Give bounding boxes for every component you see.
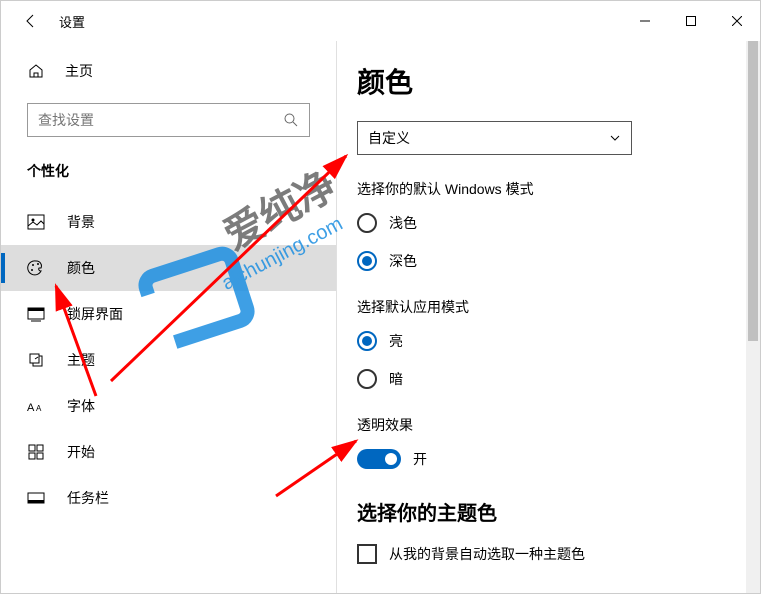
image-icon — [27, 213, 45, 231]
radio-button[interactable] — [357, 251, 377, 271]
content-area: 颜色 自定义 选择你的默认 Windows 模式 浅色深色 选择默认应用模式 亮… — [337, 41, 760, 593]
close-icon — [732, 16, 742, 26]
home-icon — [27, 62, 45, 80]
transparency-label: 透明效果 — [357, 415, 720, 435]
windows-mode-option[interactable]: 深色 — [357, 251, 720, 271]
home-link[interactable]: 主页 — [1, 51, 336, 91]
sidebar-item-label: 任务栏 — [67, 488, 109, 508]
app-mode-option[interactable]: 暗 — [357, 369, 720, 389]
sidebar-item-label: 主题 — [67, 350, 95, 370]
theme-icon — [27, 351, 45, 369]
maximize-icon — [686, 16, 696, 26]
transparency-state: 开 — [413, 449, 427, 469]
lock-screen-icon — [27, 305, 45, 323]
scrollbar[interactable] — [746, 41, 760, 593]
search-box[interactable] — [27, 103, 310, 137]
transparency-toggle[interactable] — [357, 449, 401, 469]
search-icon — [283, 112, 299, 128]
sidebar-item-label: 颜色 — [67, 258, 95, 278]
sidebar-item-label: 字体 — [67, 396, 95, 416]
page-title: 颜色 — [357, 61, 720, 101]
radio-label: 暗 — [389, 369, 403, 389]
app-mode-option[interactable]: 亮 — [357, 331, 720, 351]
radio-label: 亮 — [389, 331, 403, 351]
windows-mode-label: 选择你的默认 Windows 模式 — [357, 179, 720, 199]
auto-accent-checkbox-row[interactable]: 从我的背景自动选取一种主题色 — [357, 544, 720, 564]
home-label: 主页 — [65, 61, 93, 81]
radio-label: 浅色 — [389, 213, 417, 233]
sidebar-item-start[interactable]: 开始 — [1, 429, 336, 475]
sidebar-item-font[interactable]: AA 字体 — [1, 383, 336, 429]
palette-icon — [27, 259, 45, 277]
sidebar-item-label: 背景 — [67, 212, 95, 232]
windows-mode-option[interactable]: 浅色 — [357, 213, 720, 233]
radio-button[interactable] — [357, 369, 377, 389]
dropdown-value: 自定义 — [368, 128, 410, 148]
scrollbar-thumb[interactable] — [748, 41, 758, 341]
color-mode-dropdown[interactable]: 自定义 — [357, 121, 632, 155]
arrow-left-icon — [23, 13, 39, 29]
chevron-down-icon — [609, 132, 621, 144]
svg-text:A: A — [36, 404, 42, 413]
close-button[interactable] — [714, 5, 760, 37]
maximize-button[interactable] — [668, 5, 714, 37]
category-label: 个性化 — [1, 155, 336, 199]
search-input[interactable] — [38, 112, 283, 128]
minimize-icon — [640, 16, 650, 26]
window-title: 设置 — [59, 12, 85, 31]
titlebar: 设置 — [1, 1, 760, 41]
sidebar-item-taskbar[interactable]: 任务栏 — [1, 475, 336, 521]
auto-accent-checkbox[interactable] — [357, 544, 377, 564]
sidebar: 主页 个性化 背景颜色锁屏界面主题 AA 字体开始任务栏 — [1, 41, 337, 593]
svg-text:A: A — [27, 402, 35, 414]
accent-heading: 选择你的主题色 — [357, 497, 720, 526]
auto-accent-label: 从我的背景自动选取一种主题色 — [389, 544, 585, 564]
radio-button[interactable] — [357, 213, 377, 233]
radio-button[interactable] — [357, 331, 377, 351]
start-icon — [27, 443, 45, 461]
font-icon: AA — [27, 397, 45, 415]
sidebar-item-palette[interactable]: 颜色 — [1, 245, 336, 291]
sidebar-item-label: 开始 — [67, 442, 95, 462]
taskbar-icon — [27, 489, 45, 507]
radio-label: 深色 — [389, 251, 417, 271]
app-mode-label: 选择默认应用模式 — [357, 297, 720, 317]
sidebar-item-lock-screen[interactable]: 锁屏界面 — [1, 291, 336, 337]
window-controls — [622, 5, 760, 37]
back-button[interactable] — [21, 11, 41, 31]
sidebar-item-theme[interactable]: 主题 — [1, 337, 336, 383]
sidebar-item-image[interactable]: 背景 — [1, 199, 336, 245]
minimize-button[interactable] — [622, 5, 668, 37]
sidebar-item-label: 锁屏界面 — [67, 304, 123, 324]
